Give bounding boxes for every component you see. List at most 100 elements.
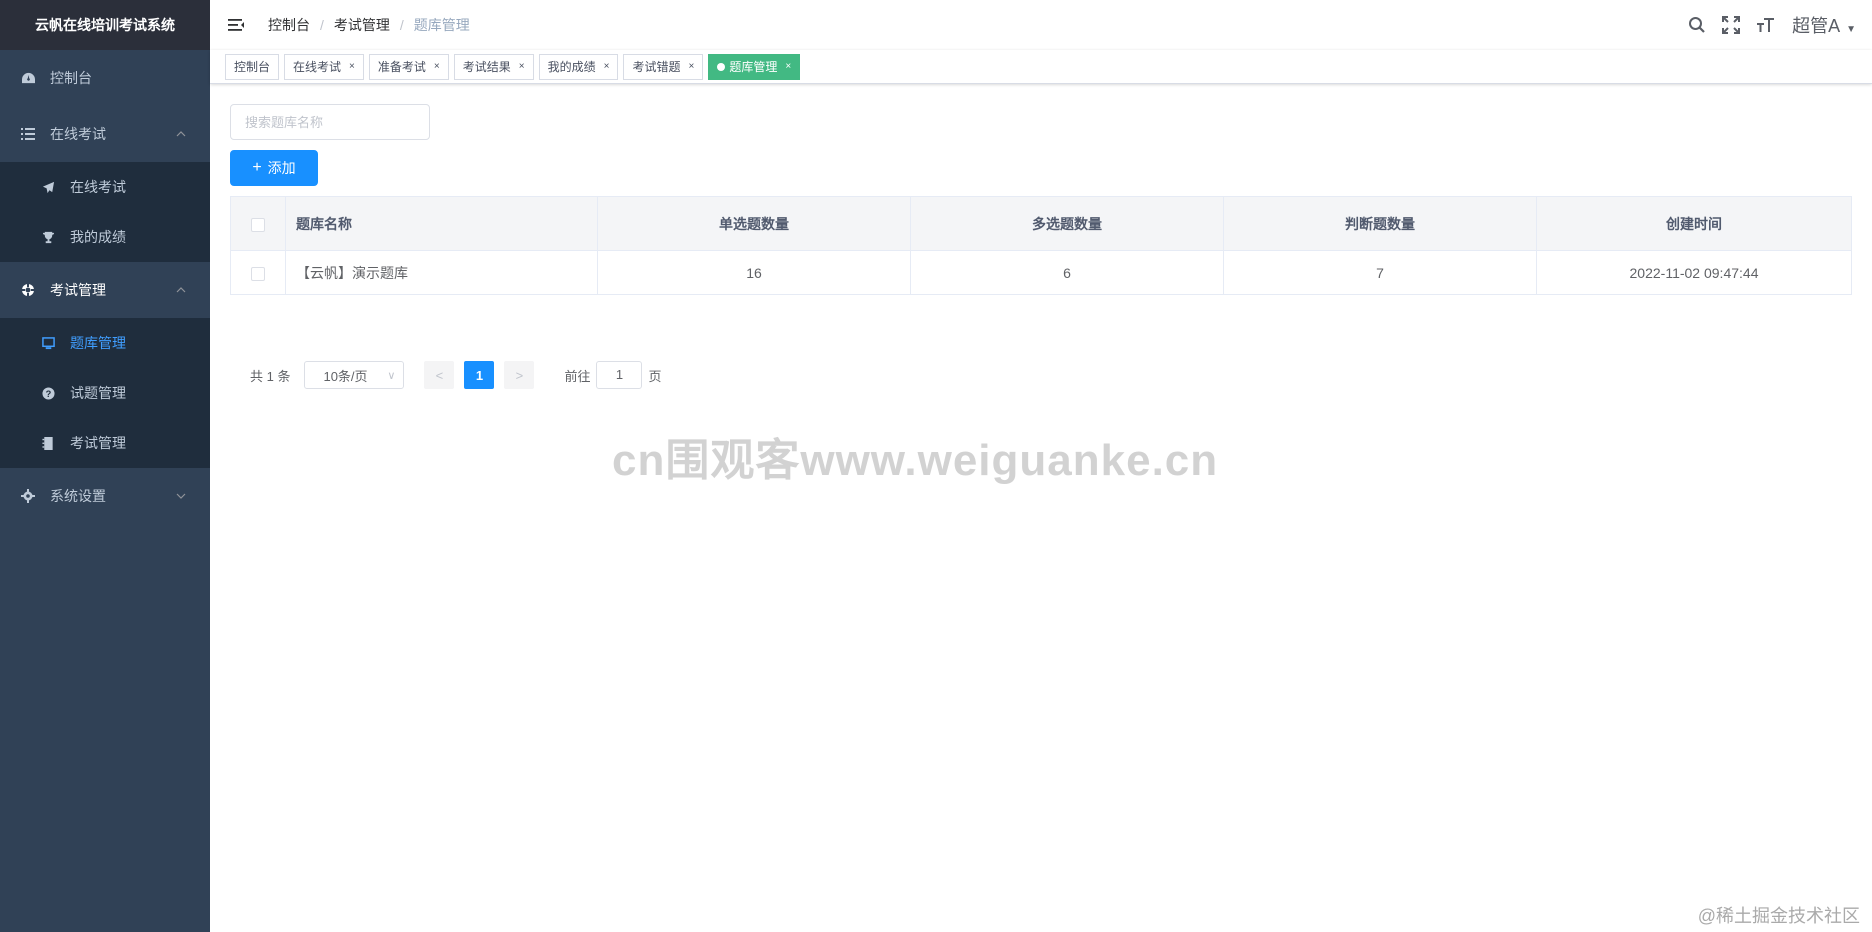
tag-label: 在线考试 (293, 59, 342, 74)
column-header[interactable]: 多选题数量 (910, 196, 1224, 251)
column-header[interactable]: 题库名称 (285, 196, 598, 251)
prev-page-button[interactable]: < (424, 361, 455, 389)
sidebar-item-exam-management[interactable]: 考试管理 (0, 262, 210, 318)
sidebar-item-system-settings[interactable]: 系统设置 (0, 468, 210, 524)
question-bank-table: 题库名称 单选题数量 多选题数量 判断题数量 创建时间 【云帆】演示题库 16 … (230, 196, 1852, 295)
lifebuoy-icon (20, 282, 36, 298)
sidebar-item-take-exam[interactable]: 在线考试 (0, 162, 210, 212)
tag-exam-result[interactable]: 考试结果 × (453, 53, 534, 80)
watermark: cn围观客www.weiguanke.cn (612, 436, 1219, 485)
column-header[interactable]: 单选题数量 (597, 196, 911, 251)
breadcrumb-separator: / (399, 17, 404, 33)
search-icon[interactable] (1686, 14, 1708, 36)
tag-label: 准备考试 (377, 59, 426, 74)
book-icon (40, 435, 56, 451)
sidebar-item-label: 试题管理 (70, 385, 126, 401)
question-icon: ? (40, 385, 56, 401)
submenu-online-exam: 在线考试 我的成绩 (0, 162, 210, 262)
svg-text:?: ? (45, 388, 51, 398)
plus-icon: + (252, 159, 262, 176)
pagination-total: 共 1 条 (250, 368, 291, 384)
chevron-up-icon (176, 131, 186, 137)
sidebar-item-label: 我的成绩 (70, 229, 126, 245)
breadcrumb-item[interactable]: 考试管理 (334, 15, 390, 35)
goto-label: 前往 (564, 368, 591, 384)
column-header[interactable]: 创建时间 (1536, 196, 1852, 251)
close-icon[interactable]: × (519, 55, 525, 79)
breadcrumb-item[interactable]: 控制台 (268, 15, 310, 35)
right-menu: 超管A ▼ (1674, 0, 1856, 50)
table-cell: 2022-11-02 09:47:44 (1536, 250, 1852, 295)
navbar: 控制台 / 考试管理 / 题库管理 超管A ▼ (210, 0, 1872, 50)
breadcrumb-separator: / (320, 17, 324, 33)
sidebar-item-label: 在线考试 (50, 126, 106, 142)
paper-plane-icon (40, 179, 56, 195)
tag-dashboard[interactable]: 控制台 (225, 53, 280, 80)
gear-icon (20, 488, 36, 504)
goto-page-input[interactable]: 1 (596, 361, 643, 389)
sidebar-item-label: 系统设置 (50, 488, 106, 504)
pagination: 共 1 条 10条/页 ∨ < 1 > 前往 1 页 (230, 361, 1852, 389)
page-size-select[interactable]: 10条/页 ∨ (304, 361, 405, 389)
tag-label: 题库管理 (729, 59, 778, 74)
tag-exam-mistakes[interactable]: 考试错题 × (623, 53, 704, 80)
font-size-icon[interactable] (1754, 14, 1776, 36)
content: + 添加 题库名称 单选题数量 多选题数量 判断题数量 创建时间 【云帆】演示题库… (210, 84, 1872, 389)
select-all-cell (230, 196, 286, 251)
tag-label: 考试结果 (462, 59, 511, 74)
sidebar-item-online-exam[interactable]: 在线考试 (0, 106, 210, 162)
page-number-current[interactable]: 1 (464, 361, 495, 389)
close-icon[interactable]: × (434, 55, 440, 79)
table-row[interactable]: 【云帆】演示题库 16 6 7 2022-11-02 09:47:44 (230, 250, 1852, 295)
tag-my-scores[interactable]: 我的成绩 × (538, 53, 619, 80)
sidebar-item-exam-admin[interactable]: 考试管理 (0, 418, 210, 468)
table-header-row: 题库名称 单选题数量 多选题数量 判断题数量 创建时间 (230, 196, 1852, 251)
tag-label: 控制台 (234, 59, 271, 74)
select-all-checkbox[interactable] (251, 217, 265, 232)
table-cell: 6 (910, 250, 1224, 295)
list-icon (20, 126, 36, 142)
trophy-icon (40, 229, 56, 245)
close-icon[interactable]: × (349, 55, 355, 79)
add-button-label: 添加 (267, 160, 296, 176)
fullscreen-icon[interactable] (1720, 14, 1742, 36)
page-size-value: 10条/页 (323, 368, 368, 384)
breadcrumb: 控制台 / 考试管理 / 题库管理 (268, 15, 470, 35)
caret-down-icon[interactable]: ▼ (1846, 24, 1856, 35)
add-button[interactable]: + 添加 (230, 150, 318, 186)
close-icon[interactable]: × (604, 55, 610, 79)
table-cell: 【云帆】演示题库 (285, 250, 598, 295)
row-checkbox[interactable] (251, 266, 265, 281)
user-name[interactable]: 超管A (1792, 12, 1840, 38)
hamburger-icon[interactable] (226, 15, 246, 35)
breadcrumb-item-current: 题库管理 (413, 17, 470, 33)
chevron-down-icon: ∨ (387, 370, 396, 382)
sidebar-item-my-scores[interactable]: 我的成绩 (0, 212, 210, 262)
close-icon[interactable]: × (688, 55, 694, 79)
sidebar-item-question-management[interactable]: ? 试题管理 (0, 368, 210, 418)
tag-online-exam[interactable]: 在线考试 × (284, 53, 364, 80)
table-cell: 7 (1223, 250, 1537, 295)
tag-label: 考试错题 (632, 59, 681, 74)
next-page-button[interactable]: > (504, 361, 535, 389)
search-input[interactable] (230, 104, 430, 140)
footer-watermark: @稀土掘金技术社区 (1697, 906, 1860, 926)
chevron-down-icon (176, 493, 186, 499)
tags-view: 控制台 在线考试 × 准备考试 × 考试结果 × 我的成绩 × 考试错题 × 题库管理 × (210, 50, 1872, 84)
sidebar: 云帆在线培训考试系统 控制台 在线考试 在线考试 我的成绩 考试管理 题库管理 … (0, 0, 210, 932)
tag-question-bank[interactable]: 题库管理 × (708, 53, 801, 80)
sidebar-item-label: 考试管理 (70, 435, 126, 451)
column-header[interactable]: 判断题数量 (1223, 196, 1537, 251)
close-icon[interactable]: × (785, 55, 791, 79)
sidebar-item-question-bank[interactable]: 题库管理 (0, 318, 210, 368)
active-dot (717, 62, 726, 71)
monitor-icon (40, 335, 56, 351)
sidebar-item-label: 题库管理 (70, 335, 126, 351)
submenu-exam-management: 题库管理 ? 试题管理 考试管理 (0, 318, 210, 468)
goto-suffix: 页 (648, 368, 662, 384)
row-select-cell (230, 250, 286, 295)
sidebar-item-label: 在线考试 (70, 179, 126, 195)
chevron-up-icon (176, 287, 186, 293)
tag-prepare-exam[interactable]: 准备考试 × (368, 53, 449, 80)
sidebar-item-dashboard[interactable]: 控制台 (0, 50, 210, 106)
